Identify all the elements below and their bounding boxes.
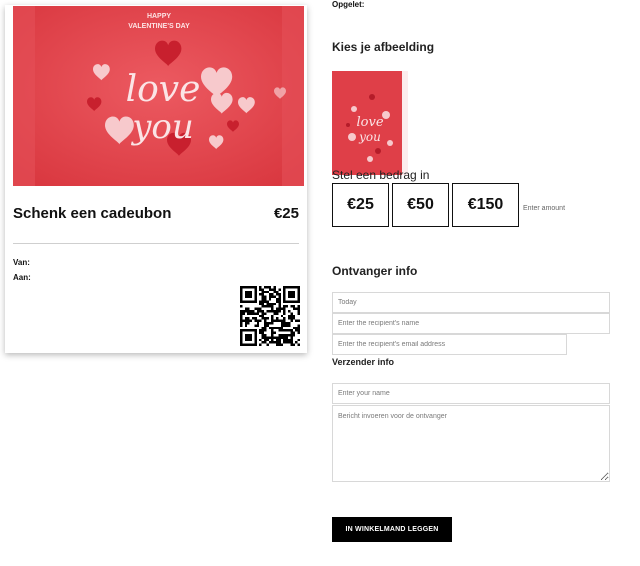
thumb-script-love: love <box>356 115 383 130</box>
card-image-script-you: you <box>130 107 194 147</box>
gift-card-title-row: Schenk een cadeubon €25 <box>13 185 299 244</box>
valentine-card-image: HAPPY VALENTINE'S DAY love you <box>13 6 304 186</box>
thumb-script-you: you <box>358 130 381 144</box>
recipient-email-input[interactable] <box>332 334 567 355</box>
date-input[interactable] <box>332 292 610 313</box>
amount-150-button[interactable]: €150 <box>452 183 519 227</box>
to-label: Aan: <box>13 273 31 282</box>
gift-card-title: Schenk een cadeubon <box>13 205 172 222</box>
card-image-line2: VALENTINE'S DAY <box>128 23 190 30</box>
recipient-name-input[interactable] <box>332 313 610 334</box>
from-label: Van: <box>13 258 30 267</box>
amount-heading: Stel een bedrag in <box>332 168 430 182</box>
sender-name-input[interactable] <box>332 383 610 404</box>
gift-card-preview: HAPPY VALENTINE'S DAY love you Schenk ee… <box>5 5 307 353</box>
gift-card-price: €25 <box>273 205 299 222</box>
card-image-line1: HAPPY <box>147 13 171 20</box>
card-image-script-love: love <box>126 69 201 110</box>
choose-image-heading: Kies je afbeelding <box>332 40 435 54</box>
gift-card-body: Schenk een cadeubon €25 Van: Aan: <box>13 185 299 282</box>
image-option-valentine[interactable]: love you <box>332 71 408 175</box>
qr-code <box>240 286 300 346</box>
enter-amount-field[interactable]: Enter amount <box>523 205 565 212</box>
amount-50-button[interactable]: €50 <box>392 183 449 227</box>
recipient-info-heading: Ontvanger info <box>332 264 418 278</box>
add-to-cart-button[interactable]: IN WINKELMAND LEGGEN <box>332 517 452 542</box>
notice-label: Opgelet: <box>332 0 365 9</box>
message-textarea[interactable] <box>332 405 610 482</box>
amount-25-button[interactable]: €25 <box>332 183 389 227</box>
sender-info-heading: Verzender info <box>332 357 395 367</box>
